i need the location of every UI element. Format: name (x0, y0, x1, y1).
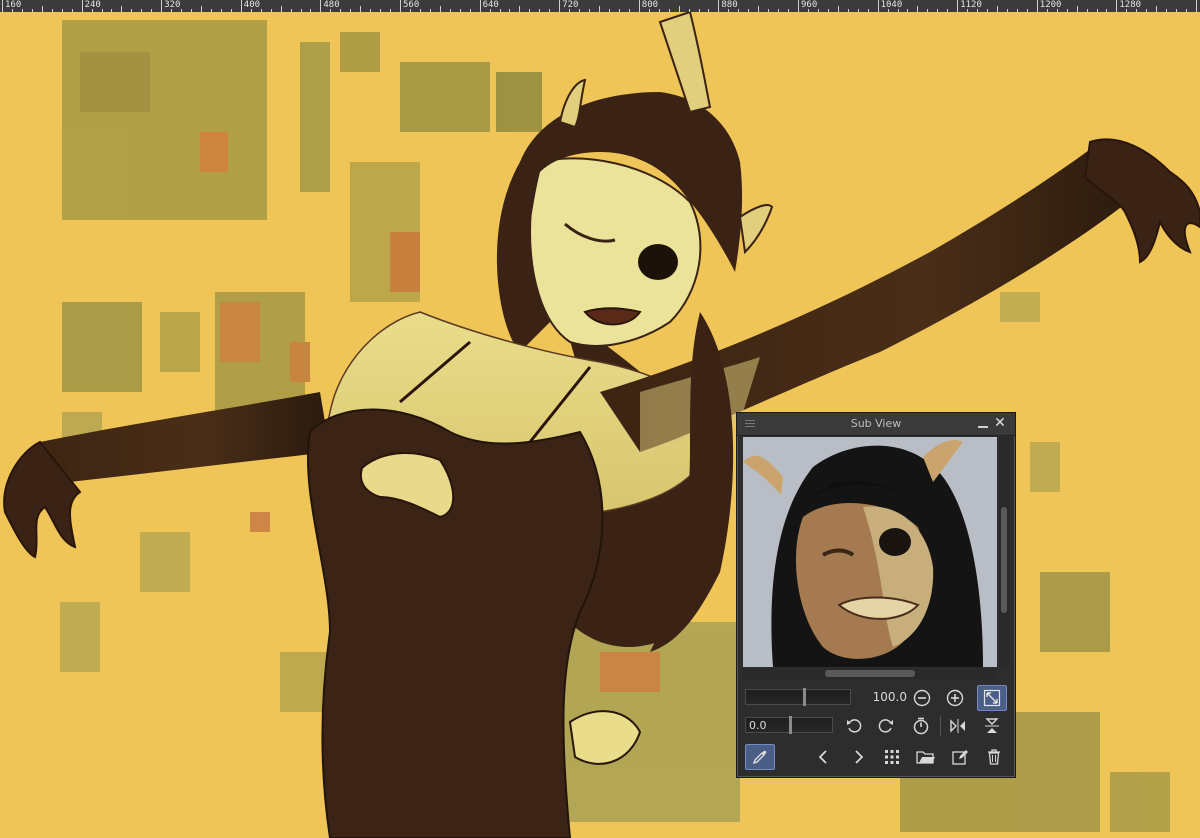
plus-circle-icon (946, 689, 964, 707)
ruler-label: 1280 (1119, 0, 1142, 10)
ruler-major-tick (957, 0, 959, 12)
zoom-value: 100.0 (872, 690, 907, 704)
ruler-label: 640 (482, 0, 499, 10)
delete-image-button[interactable] (981, 745, 1007, 769)
ruler-major-tick (798, 0, 799, 12)
eyedropper-button[interactable] (745, 744, 775, 770)
ruler-label: 1120 (960, 0, 982, 10)
eyedropper-icon (752, 750, 767, 765)
ruler-label: 400 (243, 0, 261, 10)
flip-vertical-button[interactable] (979, 714, 1005, 738)
drawing-canvas[interactable] (0, 12, 1200, 838)
flip-horizontal-icon (950, 719, 965, 733)
eye-socket (638, 244, 678, 280)
sub-view-title-bar[interactable]: Sub View ✕ (737, 413, 1015, 436)
fit-window-icon (983, 689, 1001, 707)
edit-icon (952, 750, 968, 765)
dress (306, 408, 604, 838)
rotate-right-button[interactable] (873, 714, 899, 738)
vertical-scroll-thumb[interactable] (1001, 507, 1007, 613)
ruler-major-tick (81, 0, 83, 12)
ear (738, 204, 774, 255)
ruler-label: 320 (164, 0, 181, 10)
previous-image-button[interactable] (811, 745, 837, 769)
vertical-scrollbar[interactable] (999, 437, 1009, 667)
ruler-major-tick (1116, 0, 1118, 12)
ruler-label: 480 (323, 0, 340, 10)
ruler-label: 960 (801, 0, 818, 10)
next-image-button[interactable] (845, 745, 871, 769)
horizontal-scroll-thumb[interactable] (825, 670, 915, 677)
reference-image (743, 437, 997, 667)
horizontal-scrollbar[interactable] (743, 668, 997, 679)
ruler-label: 720 (562, 0, 579, 10)
reference-image-view[interactable] (743, 437, 997, 667)
ruler-label: 800 (641, 0, 659, 10)
ruler-major-tick (161, 0, 163, 12)
folder-open-icon (916, 751, 935, 764)
ruler-label: 1040 (880, 0, 903, 10)
fit-to-window-button[interactable] (977, 685, 1007, 711)
flip-horizontal-button[interactable] (945, 714, 971, 738)
ruler-major-tick (638, 0, 640, 12)
ruler-major-tick (320, 0, 322, 12)
zoom-out-button[interactable] (909, 686, 935, 710)
artwork (3, 12, 1200, 838)
ruler-label: 560 (403, 0, 420, 10)
top-ruler: 160 240 320 400 480 560 640 720 800 880 960 1040 112… (0, 0, 1200, 12)
reset-rotation-icon (913, 717, 929, 735)
rotation-slider-knob[interactable] (788, 716, 792, 734)
ruler-major-tick (559, 0, 561, 12)
ruler-major-tick (240, 0, 242, 12)
open-image-button[interactable] (913, 745, 939, 769)
sub-view-panel[interactable]: Sub View ✕ 100.0 0.0 (736, 412, 1016, 778)
close-icon[interactable]: ✕ (993, 416, 1007, 430)
toolbar-separator (940, 716, 941, 736)
rotation-value: 0.0 (749, 719, 767, 732)
ruler-label: 1200 (1039, 0, 1062, 10)
edit-image-button[interactable] (947, 745, 973, 769)
ruler-label: 240 (84, 0, 101, 10)
grid-icon (885, 750, 899, 764)
ruler-label: 880 (721, 0, 738, 10)
reset-rotation-button[interactable] (908, 714, 934, 738)
ruler-major-tick (718, 0, 720, 12)
minimize-icon[interactable] (977, 417, 989, 431)
ruler-major-tick (1196, 0, 1197, 12)
ruler-major-tick (877, 0, 879, 12)
panel-title: Sub View (850, 417, 902, 430)
image-list-button[interactable] (879, 745, 905, 769)
rotate-left-button[interactable] (841, 714, 867, 738)
ruler-major-tick (1036, 0, 1038, 12)
rotate-left-icon (847, 719, 862, 733)
ruler-major-tick (400, 0, 401, 12)
chevron-left-icon (818, 750, 827, 764)
ruler-label: 160 (5, 0, 22, 10)
zoom-slider-knob[interactable] (802, 688, 806, 706)
chevron-right-icon (855, 750, 864, 764)
minus-circle-icon (913, 689, 931, 707)
zoom-slider[interactable] (745, 688, 851, 706)
ruler-major-tick (2, 0, 3, 12)
flip-vertical-icon (985, 718, 999, 733)
ruler-major-tick (479, 0, 481, 12)
trash-icon (988, 749, 1000, 765)
rotate-right-icon (878, 719, 893, 733)
zoom-in-button[interactable] (942, 686, 968, 710)
